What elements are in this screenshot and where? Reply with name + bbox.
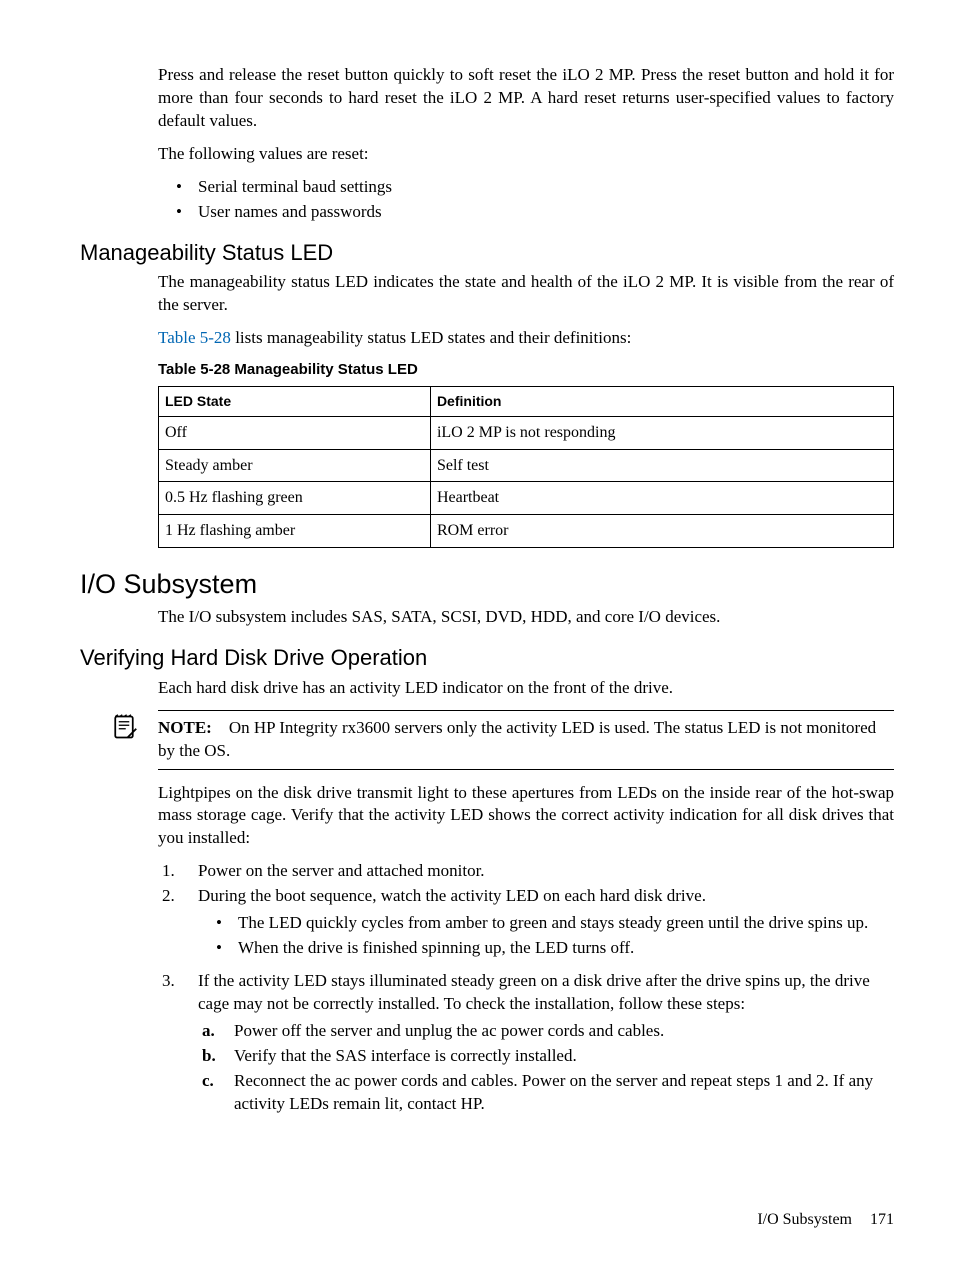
list-item: If the activity LED stays illuminated st…	[158, 970, 894, 1116]
list-item: User names and passwords	[158, 201, 894, 224]
cell-def: ROM error	[430, 515, 893, 548]
paragraph: Each hard disk drive has an activity LED…	[158, 677, 894, 700]
table-header-definition: Definition	[430, 387, 893, 417]
list-item: Power off the server and unplug the ac p…	[198, 1020, 894, 1043]
table-header-led-state: LED State	[159, 387, 431, 417]
page-content: Press and release the reset button quick…	[0, 0, 954, 1271]
list-item: The LED quickly cycles from amber to gre…	[198, 912, 894, 935]
text: If the activity LED stays illuminated st…	[198, 971, 870, 1013]
table-row: 1 Hz flashing amber ROM error	[159, 515, 894, 548]
paragraph: Press and release the reset button quick…	[158, 64, 894, 133]
paragraph: The manageability status LED indicates t…	[158, 271, 894, 317]
list-item: Verify that the SAS interface is correct…	[198, 1045, 894, 1068]
cell-state: 0.5 Hz flashing green	[159, 482, 431, 515]
cell-def: iLO 2 MP is not responding	[430, 417, 893, 450]
list-item: When the drive is finished spinning up, …	[198, 937, 894, 960]
page-footer: I/O Subsystem 171	[757, 1209, 894, 1231]
cell-def: Self test	[430, 449, 893, 482]
paragraph: Lightpipes on the disk drive transmit li…	[158, 782, 894, 851]
procedure-list: Power on the server and attached monitor…	[158, 860, 894, 1115]
table-manageability-status-led: LED State Definition Off iLO 2 MP is not…	[158, 386, 894, 547]
note-text	[216, 718, 229, 737]
text: During the boot sequence, watch the acti…	[198, 886, 706, 905]
footer-page-number: 171	[870, 1211, 894, 1228]
sub-step-list: Power off the server and unplug the ac p…	[198, 1020, 894, 1116]
cell-state: 1 Hz flashing amber	[159, 515, 431, 548]
note-label: NOTE:	[158, 718, 212, 737]
heading-io-subsystem: I/O Subsystem	[80, 566, 894, 602]
table-row: 0.5 Hz flashing green Heartbeat	[159, 482, 894, 515]
table-row: Off iLO 2 MP is not responding	[159, 417, 894, 450]
footer-section: I/O Subsystem	[757, 1211, 852, 1228]
paragraph: The I/O subsystem includes SAS, SATA, SC…	[158, 606, 894, 629]
table-caption: Table 5-28 Manageability Status LED	[158, 360, 894, 380]
note-text: On HP Integrity rx3600 servers only the …	[158, 718, 876, 760]
xref-table-5-28[interactable]: Table 5-28	[158, 328, 231, 347]
heading-verifying-hdd-operation: Verifying Hard Disk Drive Operation	[80, 643, 894, 673]
heading-manageability-status-led: Manageability Status LED	[80, 238, 894, 268]
sub-bullet-list: The LED quickly cycles from amber to gre…	[198, 912, 894, 960]
list-item: Power on the server and attached monitor…	[158, 860, 894, 883]
list-item: Serial terminal baud settings	[158, 176, 894, 199]
reset-values-list: Serial terminal baud settings User names…	[158, 176, 894, 224]
cell-state: Off	[159, 417, 431, 450]
cell-def: Heartbeat	[430, 482, 893, 515]
cell-state: Steady amber	[159, 449, 431, 482]
note-icon	[110, 713, 138, 741]
table-row: Steady amber Self test	[159, 449, 894, 482]
paragraph: Table 5-28 lists manageability status LE…	[158, 327, 894, 350]
text: lists manageability status LED states an…	[231, 328, 631, 347]
note-block: NOTE: On HP Integrity rx3600 servers onl…	[158, 710, 894, 770]
list-item: During the boot sequence, watch the acti…	[158, 885, 894, 960]
paragraph: The following values are reset:	[158, 143, 894, 166]
list-item: Reconnect the ac power cords and cables.…	[198, 1070, 894, 1116]
